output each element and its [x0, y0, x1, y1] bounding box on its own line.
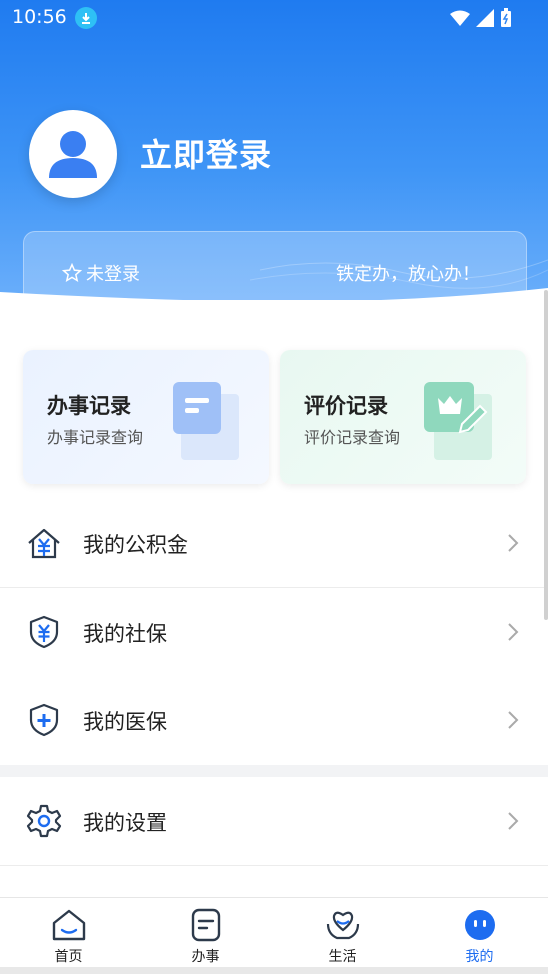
tab-life-label: 生活: [328, 949, 357, 965]
service-records-subtitle: 办事记录查询: [47, 428, 144, 447]
login-status[interactable]: 未登录: [62, 260, 140, 286]
evaluation-records-subtitle: 评价记录查询: [304, 428, 401, 447]
status-bar: 10:56: [0, 0, 548, 36]
menu-item-settings[interactable]: 我的设置: [0, 777, 548, 865]
menu-label-medical-insurance: 我的医保: [83, 710, 167, 734]
slogan-text: 铁定办，放心办！: [336, 264, 480, 285]
document-icon: [191, 908, 220, 942]
home-icon: [52, 909, 85, 941]
user-avatar-icon: [49, 131, 97, 178]
tab-services[interactable]: 办事: [137, 898, 274, 968]
menu-item-housing-fund[interactable]: 我的公积金: [0, 499, 548, 587]
avatar[interactable]: [29, 110, 117, 198]
wifi-icon: [450, 10, 470, 26]
section-separator: [0, 765, 548, 777]
service-records-card[interactable]: 办事记录 办事记录查询: [23, 350, 269, 484]
menu-label-housing-fund: 我的公积金: [83, 533, 188, 557]
signal-icon: [476, 9, 494, 27]
chevron-right-icon: [508, 623, 519, 641]
evaluation-records-title: 评价记录: [304, 394, 388, 418]
login-button[interactable]: 立即登录: [140, 130, 272, 176]
menu-item-medical-insurance[interactable]: 我的医保: [0, 676, 548, 764]
menu-item-social-security[interactable]: 我的社保: [0, 588, 548, 676]
service-records-title: 办事记录: [47, 394, 131, 418]
status-time: 10:56: [12, 6, 67, 28]
tab-life[interactable]: 生活: [274, 898, 411, 968]
gesture-bar-area: [0, 967, 548, 974]
menu-label-social-security: 我的社保: [83, 622, 167, 646]
download-icon: [75, 7, 97, 29]
star-icon: [62, 263, 82, 283]
profile-face-icon: [464, 910, 495, 940]
tab-mine[interactable]: 我的: [411, 898, 548, 968]
tab-home-label: 首页: [54, 949, 83, 965]
chevron-right-icon: [508, 711, 519, 729]
medical-insurance-shield-icon: [29, 703, 59, 737]
chevron-right-icon: [508, 534, 519, 552]
chevron-right-icon: [508, 812, 519, 830]
menu-label-settings: 我的设置: [83, 811, 167, 835]
tab-services-label: 办事: [191, 949, 220, 965]
tab-home[interactable]: 首页: [0, 898, 137, 968]
social-security-shield-icon: [29, 615, 59, 649]
settings-gear-icon: [26, 804, 62, 838]
bottom-tab-bar: 首页 办事 生活 我的: [0, 897, 548, 968]
evaluation-records-card[interactable]: 评价记录 评价记录查询: [280, 350, 526, 484]
scrollbar[interactable]: [544, 290, 548, 620]
evaluation-edit-icon: [424, 382, 492, 460]
menu-item-partial: [0, 866, 548, 897]
login-status-label: 未登录: [86, 264, 140, 285]
records-document-icon: [173, 382, 239, 460]
housing-fund-icon: [28, 528, 60, 559]
battery-icon: [501, 8, 511, 27]
heart-hands-icon: [326, 911, 359, 940]
tab-mine-label: 我的: [465, 949, 494, 965]
